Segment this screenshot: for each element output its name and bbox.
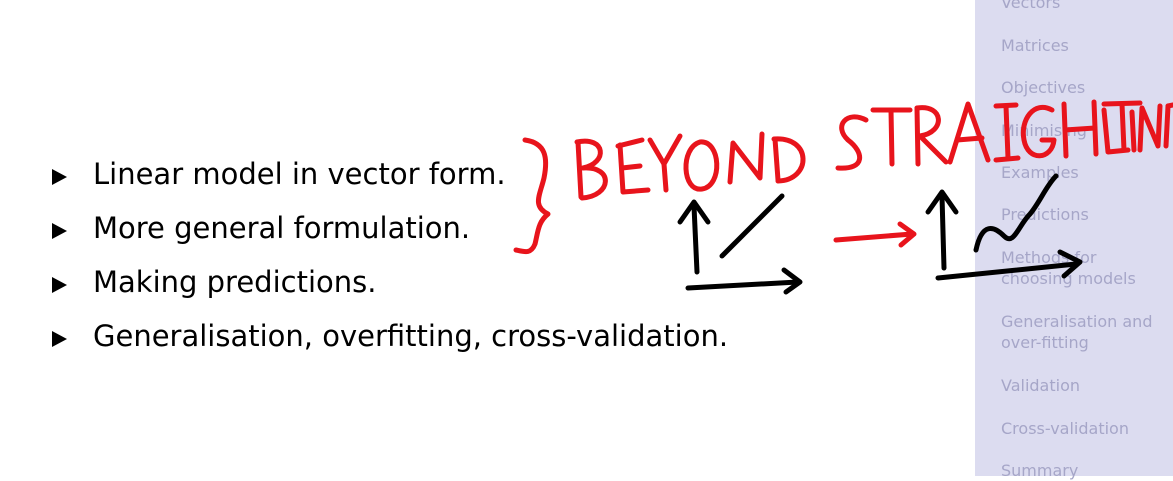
beyond-straight-line-handwriting <box>574 99 1173 201</box>
straight-line-plot-sketch <box>677 193 803 295</box>
red-arrow-line <box>833 231 915 243</box>
curved-line-plot-sketch <box>925 173 1083 281</box>
handwritten-annotation-layer <box>513 99 1173 295</box>
red-curly-brace-icon <box>513 137 551 255</box>
